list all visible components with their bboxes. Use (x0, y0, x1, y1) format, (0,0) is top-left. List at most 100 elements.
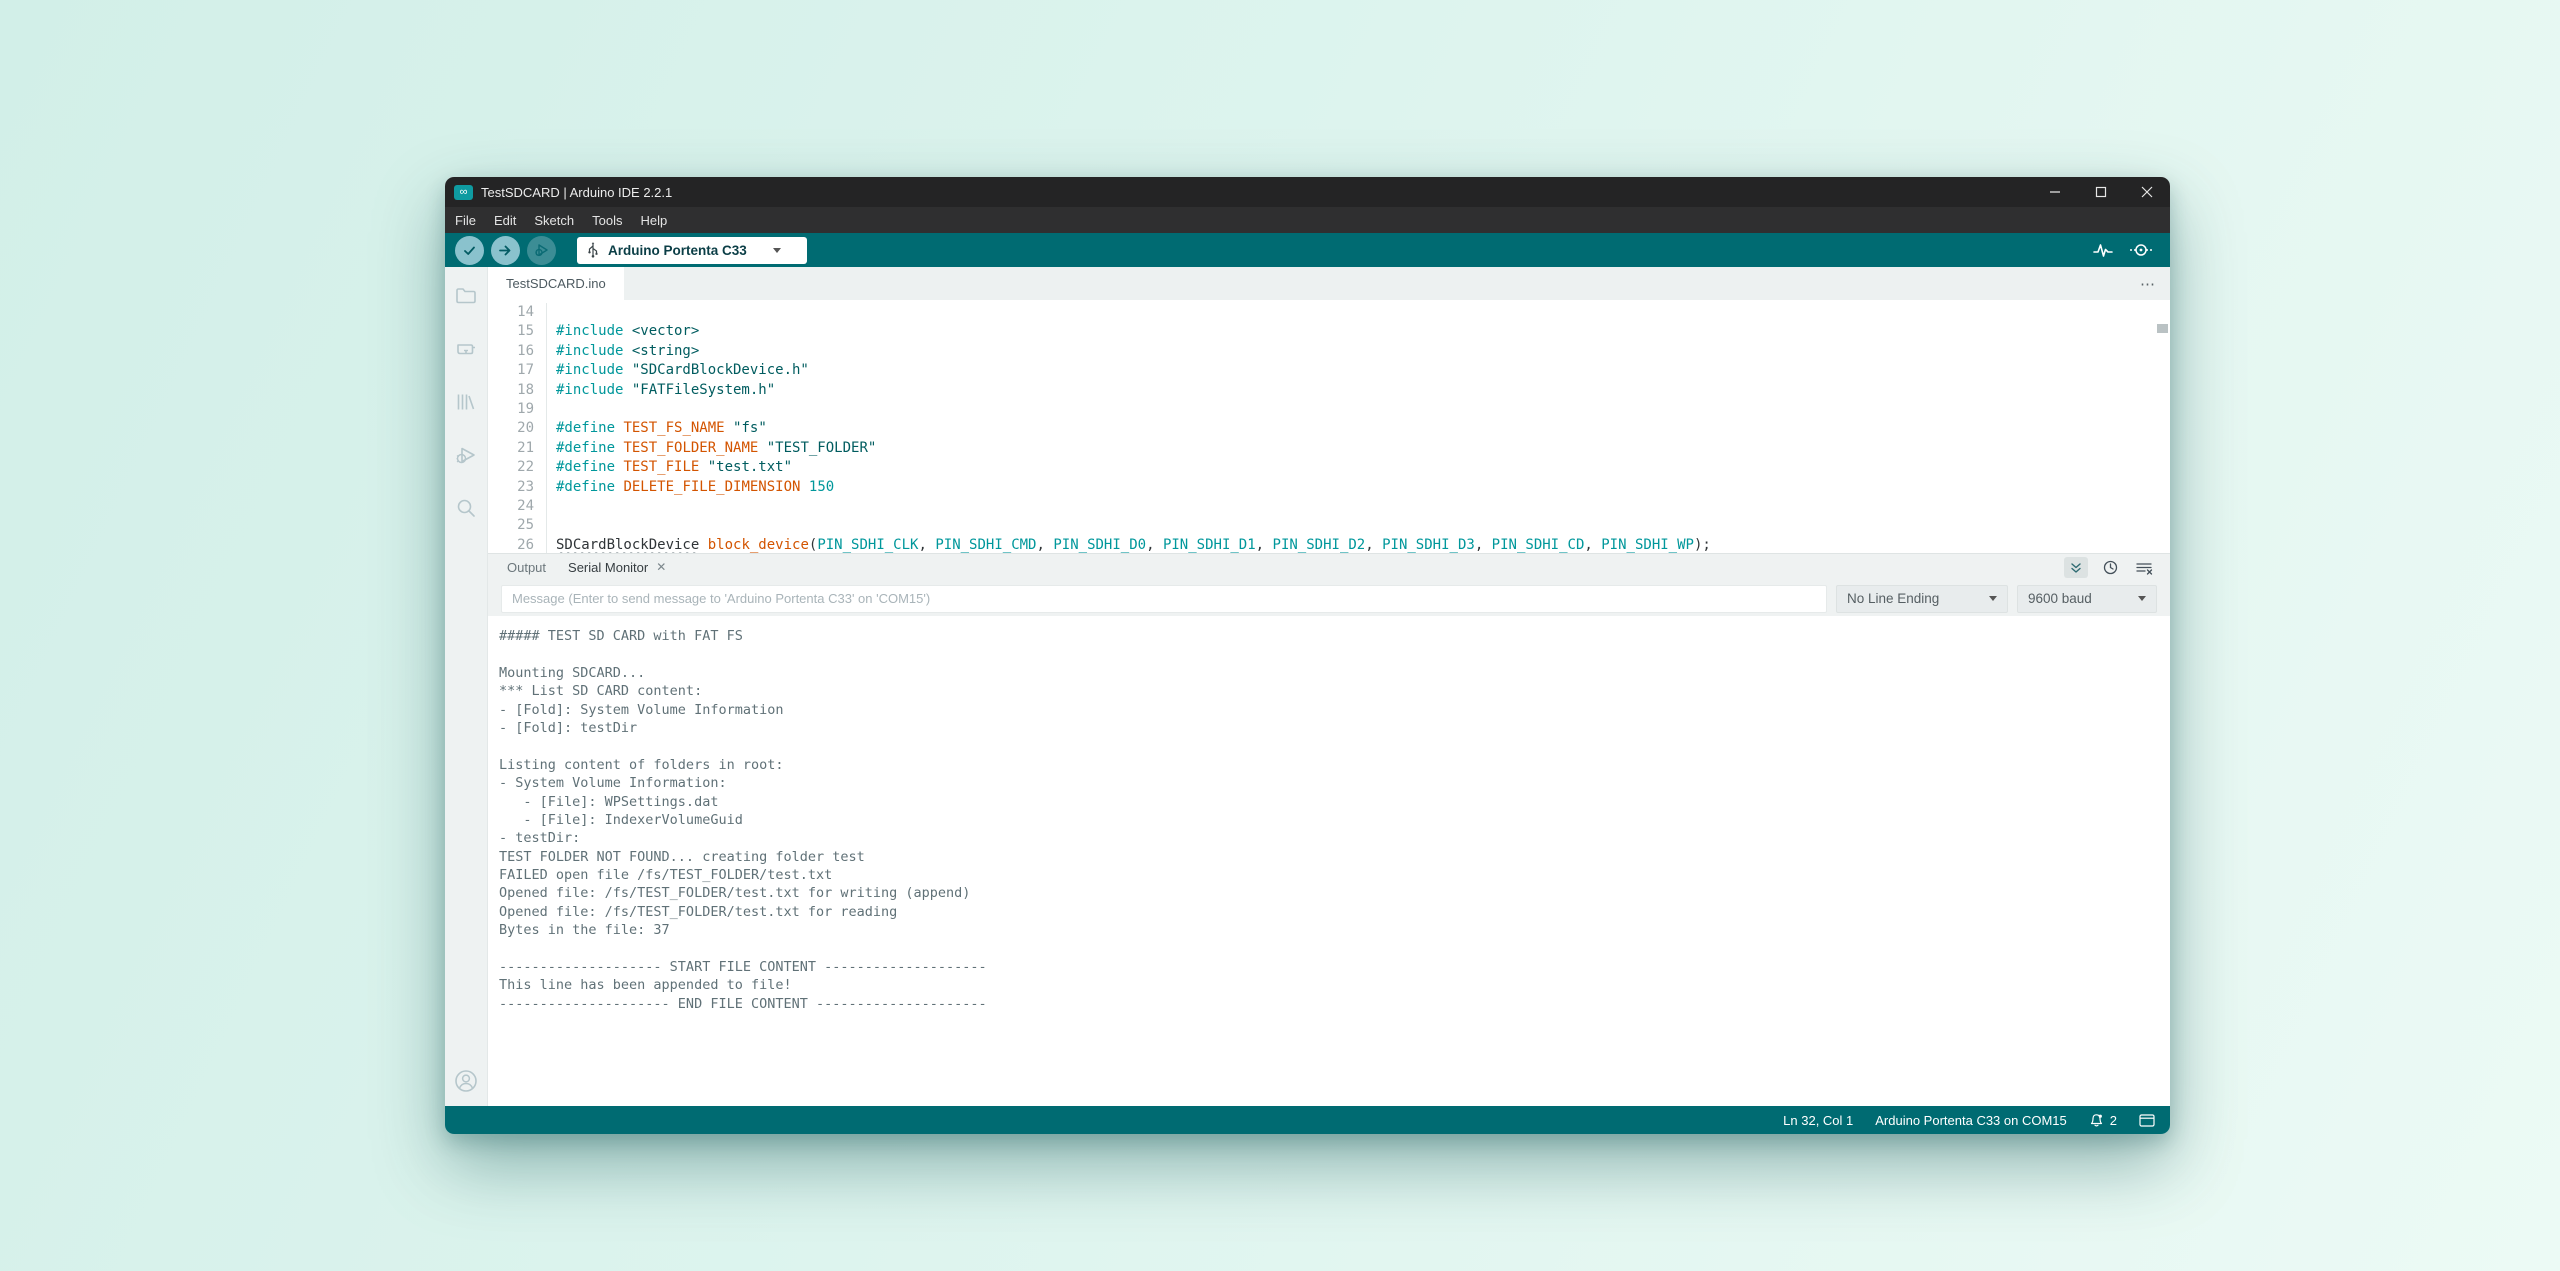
tab-output[interactable]: Output (501, 554, 552, 581)
clear-output-icon (2136, 561, 2153, 575)
library-manager-icon (454, 390, 478, 414)
code-line[interactable]: 18#include "FATFileSystem.h" (488, 381, 2170, 400)
code-line[interactable]: 23#define DELETE_FILE_DIMENSION 150 (488, 478, 2170, 497)
serial-message-input[interactable] (501, 585, 1827, 613)
serial-plotter-button[interactable] (2092, 241, 2114, 259)
menu-help[interactable]: Help (631, 207, 676, 233)
double-chevron-down-icon (2069, 561, 2083, 575)
bottom-panel: Output Serial Monitor ✕ (488, 553, 2170, 1106)
clear-output-button[interactable] (2132, 557, 2156, 578)
sidebar-item-boards-manager[interactable] (453, 336, 479, 362)
serial-plotter-icon (2092, 241, 2114, 259)
code-line[interactable]: 20#define TEST_FS_NAME "fs" (488, 419, 2170, 438)
titlebar: ∞ TestSDCARD | Arduino IDE 2.2.1 (445, 177, 2170, 207)
menu-edit[interactable]: Edit (485, 207, 525, 233)
verify-button[interactable] (455, 236, 484, 265)
line-number: 15 (488, 322, 547, 341)
code-line[interactable]: 15#include <vector> (488, 322, 2170, 341)
tab-serial-monitor[interactable]: Serial Monitor ✕ (562, 554, 672, 582)
debug-panel-icon (454, 443, 478, 467)
minimize-icon (2049, 186, 2061, 198)
code-line[interactable]: 22#define TEST_FILE "test.txt" (488, 458, 2170, 477)
serial-output-line (499, 940, 2170, 958)
upload-icon (498, 243, 513, 258)
sidebar-item-search[interactable] (453, 495, 479, 521)
baud-rate-select[interactable]: 9600 baud (2017, 585, 2157, 613)
serial-output-line (499, 645, 2170, 663)
account-icon (453, 1068, 479, 1094)
line-number: 21 (488, 439, 547, 458)
line-number: 25 (488, 516, 547, 535)
code-line[interactable]: 17#include "SDCardBlockDevice.h" (488, 361, 2170, 380)
serial-monitor-close-icon[interactable]: ✕ (656, 560, 666, 574)
account-button[interactable] (453, 1068, 479, 1094)
toolbar: Arduino Portenta C33 (445, 233, 2170, 267)
editor-scrollbar-thumb[interactable] (2157, 324, 2168, 333)
clock-icon (2103, 560, 2118, 575)
tab-testsdcard-ino[interactable]: TestSDCARD.ino (488, 267, 624, 300)
serial-output-line: TEST FOLDER NOT FOUND... creating folder… (499, 848, 2170, 866)
chevron-down-icon (773, 248, 781, 253)
serial-output-line: Listing content of folders in root: (499, 756, 2170, 774)
code-line[interactable]: 26SDCardBlockDevice block_device(PIN_SDH… (488, 536, 2170, 553)
folder-icon (454, 284, 478, 308)
code-line[interactable]: 24 (488, 497, 2170, 516)
serial-output-line: ##### TEST SD CARD with FAT FS (499, 627, 2170, 645)
line-number: 18 (488, 381, 547, 400)
line-ending-value: No Line Ending (1847, 591, 1939, 606)
close-button[interactable] (2124, 177, 2170, 207)
sidebar-item-debug[interactable] (453, 442, 479, 468)
scroll-to-bottom-button[interactable] (2064, 557, 2088, 578)
cursor-position[interactable]: Ln 32, Col 1 (1783, 1113, 1853, 1128)
board-port-status[interactable]: Arduino Portenta C33 on COM15 (1875, 1113, 2067, 1128)
verify-icon (462, 243, 477, 258)
editor-tabstrip: TestSDCARD.ino ⋯ (488, 267, 2170, 300)
code-line[interactable]: 16#include <string> (488, 342, 2170, 361)
serial-monitor-tab-label: Serial Monitor (568, 560, 648, 575)
board-selector-label: Arduino Portenta C33 (608, 243, 747, 258)
usb-icon (587, 242, 599, 258)
code-line[interactable]: 21#define TEST_FOLDER_NAME "TEST_FOLDER" (488, 439, 2170, 458)
code-line[interactable]: 25 (488, 516, 2170, 535)
timestamp-toggle-button[interactable] (2098, 557, 2122, 578)
debug-button[interactable] (527, 236, 556, 265)
menu-file[interactable]: File (445, 207, 485, 233)
chevron-down-icon (1989, 596, 1997, 601)
chevron-down-icon (2138, 596, 2146, 601)
serial-output-line: Bytes in the file: 37 (499, 921, 2170, 939)
maximize-button[interactable] (2078, 177, 2124, 207)
close-icon (2141, 186, 2153, 198)
line-ending-select[interactable]: No Line Ending (1836, 585, 2008, 613)
minimize-button[interactable] (2032, 177, 2078, 207)
upload-button[interactable] (491, 236, 520, 265)
serial-output-line: This line has been appended to file! (499, 976, 2170, 994)
line-number: 20 (488, 419, 547, 438)
serial-output-line: - [Fold]: testDir (499, 719, 2170, 737)
code-editor[interactable]: 14 15#include <vector>16#include <string… (488, 300, 2170, 553)
serial-output-line: -------------------- START FILE CONTENT … (499, 958, 2170, 976)
menu-tools[interactable]: Tools (583, 207, 631, 233)
sidebar-item-library-manager[interactable] (453, 389, 479, 415)
bell-icon (2089, 1113, 2104, 1128)
serial-message-row: No Line Ending 9600 baud (488, 581, 2170, 616)
serial-output-line: --------------------- END FILE CONTENT -… (499, 995, 2170, 1013)
notifications-button[interactable]: 2 (2089, 1113, 2117, 1128)
board-selector[interactable]: Arduino Portenta C33 (577, 237, 807, 264)
code-line[interactable]: 14 (488, 303, 2170, 322)
line-number: 26 (488, 536, 547, 553)
window-title: TestSDCARD | Arduino IDE 2.2.1 (481, 185, 672, 200)
serial-monitor-button[interactable] (2128, 241, 2154, 259)
activity-sidebar (445, 267, 488, 1106)
sidebar-item-sketchbook[interactable] (453, 283, 479, 309)
code-lines: 14 15#include <vector>16#include <string… (488, 300, 2170, 553)
serial-output-line (499, 737, 2170, 755)
menu-sketch[interactable]: Sketch (525, 207, 583, 233)
arduino-logo-icon: ∞ (454, 185, 473, 200)
line-number: 24 (488, 497, 547, 516)
editor-more-actions-button[interactable]: ⋯ (2140, 267, 2170, 300)
serial-output-line: *** List SD CARD content: (499, 682, 2170, 700)
arduino-ide-window: ∞ TestSDCARD | Arduino IDE 2.2.1 File Ed… (445, 177, 2170, 1134)
serial-monitor-output[interactable]: ##### TEST SD CARD with FAT FS Mounting … (488, 616, 2170, 1106)
code-line[interactable]: 19 (488, 400, 2170, 419)
toggle-panel-button[interactable] (2139, 1114, 2155, 1127)
